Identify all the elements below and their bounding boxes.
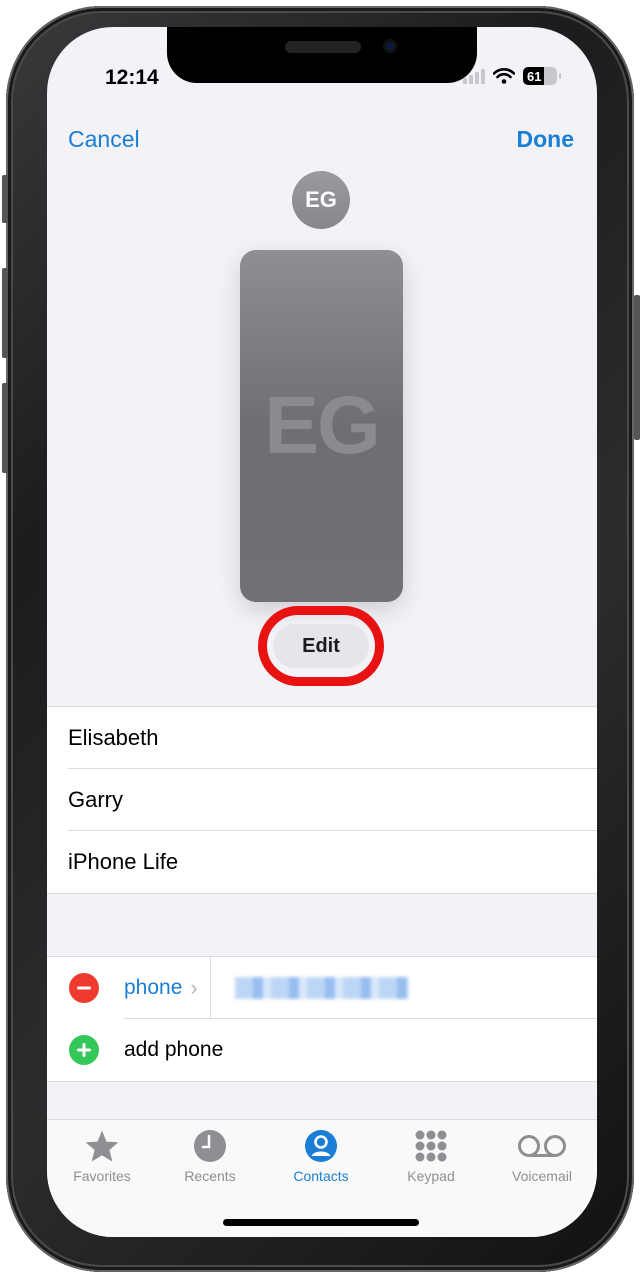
avatar-initials: EG — [305, 187, 337, 212]
add-phone-label: add phone — [124, 1038, 224, 1061]
cancel-button[interactable]: Cancel — [68, 126, 140, 153]
tab-recents[interactable]: Recents — [155, 1128, 265, 1184]
battery-level: 61 — [527, 68, 542, 84]
mute-switch — [2, 175, 8, 223]
home-indicator[interactable] — [223, 1219, 419, 1226]
tab-voicemail[interactable]: Voicemail — [487, 1128, 597, 1184]
first-name-field[interactable]: Elisabeth — [47, 707, 597, 769]
status-indicators: 61 — [463, 67, 561, 85]
phone-number-input-redacted[interactable] — [234, 977, 409, 999]
phone-row: phone › — [47, 957, 597, 1019]
last-name-field[interactable]: Garry — [47, 769, 597, 831]
plus-icon — [77, 1043, 91, 1057]
first-name-value: Elisabeth — [68, 725, 159, 750]
tab-favorites[interactable]: Favorites — [47, 1128, 157, 1184]
clock-icon — [194, 1130, 226, 1162]
star-icon — [85, 1130, 119, 1162]
keypad-icon — [415, 1130, 447, 1162]
notch — [167, 27, 477, 83]
tab-label: Keypad — [407, 1168, 455, 1184]
voicemail-icon — [518, 1135, 566, 1157]
wifi-icon — [493, 68, 515, 84]
status-time: 12:14 — [105, 66, 159, 89]
chevron-right-icon: › — [190, 975, 198, 1000]
tab-label: Recents — [184, 1168, 236, 1184]
tab-label: Voicemail — [512, 1168, 572, 1184]
cellular-signal-icon — [463, 68, 485, 84]
volume-up-button — [2, 268, 8, 358]
tab-keypad[interactable]: Keypad — [376, 1128, 486, 1184]
company-field[interactable]: iPhone Life — [47, 831, 597, 893]
last-name-value: Garry — [68, 787, 123, 812]
person-circle-icon — [305, 1130, 337, 1162]
phone-fields-group: phone › add phone — [47, 956, 597, 1082]
contact-avatar[interactable]: EG — [292, 171, 350, 229]
power-button — [634, 295, 640, 440]
done-button[interactable]: Done — [517, 126, 575, 153]
divider — [209, 957, 211, 1019]
front-camera — [383, 39, 397, 53]
highlight-annotation-circle — [258, 606, 384, 686]
minus-icon — [77, 986, 91, 990]
add-phone-row[interactable]: add phone — [47, 1019, 597, 1081]
tab-contacts[interactable]: Contacts — [266, 1128, 376, 1184]
poster-initials: EG — [264, 380, 380, 471]
remove-phone-button[interactable] — [69, 973, 99, 1003]
add-phone-button[interactable] — [69, 1035, 99, 1065]
battery-icon: 61 — [523, 67, 561, 85]
screen: 12:14 61 Cancel Done EG EG Edit Elisabet… — [47, 27, 597, 1237]
speaker-grille — [285, 41, 361, 53]
contact-poster[interactable]: EG — [240, 250, 403, 602]
tab-label: Contacts — [293, 1168, 349, 1184]
volume-down-button — [2, 383, 8, 473]
phone-label-selector[interactable]: phone — [124, 976, 182, 1000]
company-value: iPhone Life — [68, 849, 179, 874]
tab-label: Favorites — [73, 1168, 131, 1184]
name-fields-group: Elisabeth Garry iPhone Life — [47, 706, 597, 894]
